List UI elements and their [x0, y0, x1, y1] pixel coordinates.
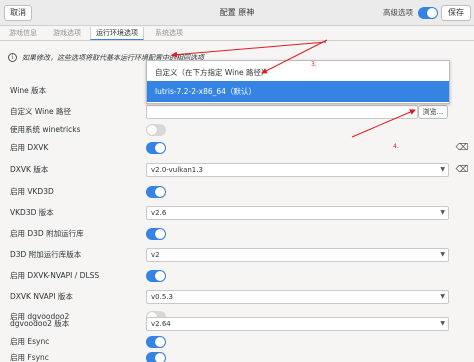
winetricks-label: 使用系统 winetricks: [10, 125, 81, 134]
d3d-extras-enable-label: 启用 D3D 附加运行库: [10, 229, 84, 238]
vkd3d-version-label: VKD3D 版本: [10, 208, 54, 217]
toggle-knob: [155, 337, 165, 347]
chevron-down-icon: ▼: [440, 166, 445, 173]
chevron-down-icon: ▼: [440, 320, 445, 327]
dgvoodoo2-version-select[interactable]: v2.64 ▼: [146, 317, 449, 331]
advanced-options-toggle[interactable]: [418, 7, 438, 19]
d3d-extras-version-label: D3D 附加运行库版本: [10, 250, 82, 259]
chevron-down-icon: ▼: [440, 209, 445, 216]
info-icon: i: [8, 53, 17, 62]
chevron-down-icon: ▼: [440, 293, 445, 300]
vkd3d-enable-label: 启用 VKD3D: [10, 187, 54, 196]
dxvk-version-label: DXVK 版本: [10, 165, 49, 174]
tab-bar: 游戏信息 游戏选项 运行环境选项 系统选项: [0, 27, 474, 41]
fsync-toggle[interactable]: [146, 352, 166, 362]
winetricks-toggle[interactable]: [146, 124, 166, 136]
dxvk-enable-label: 启用 DXVK: [10, 143, 49, 152]
tab-runner-options[interactable]: 运行环境选项: [90, 27, 144, 40]
wine-option-lutris[interactable]: lutris-7.2-2-x86_64（默认）: [147, 81, 449, 102]
toggle-knob: [155, 229, 165, 239]
toggle-knob: [155, 187, 165, 197]
dxvk-nvapi-version-label: DXVK NVAPI 版本: [10, 292, 73, 301]
tab-game-info[interactable]: 游戏信息: [3, 27, 43, 40]
reset-icon[interactable]: ⌫: [455, 144, 469, 153]
save-button[interactable]: 保存: [441, 5, 471, 21]
wine-option-custom[interactable]: 自定义（在下方指定 Wine 路径）: [147, 64, 449, 81]
esync-toggle[interactable]: [146, 336, 166, 348]
dgvoodoo2-version-label: dgvoodoo2 版本: [10, 319, 70, 328]
toggle-knob: [427, 8, 437, 18]
browse-button[interactable]: 浏览...: [418, 105, 448, 119]
select-value: v0.5.3: [151, 293, 173, 301]
tab-system-options[interactable]: 系统选项: [148, 27, 190, 40]
advanced-options-label: 高级选项: [383, 8, 413, 17]
header-bar: 取消 配置 原神 高级选项 保存: [0, 0, 474, 26]
custom-wine-path-label: 自定义 Wine 路径: [10, 107, 71, 116]
dxvk-nvapi-enable-label: 启用 DXVK-NVAPI / DLSS: [10, 271, 100, 280]
d3d-extras-toggle[interactable]: [146, 228, 166, 240]
vkd3d-toggle[interactable]: [146, 186, 166, 198]
wine-version-label: Wine 版本: [10, 86, 47, 95]
esync-enable-label: 启用 Esync: [10, 337, 50, 346]
tab-game-options[interactable]: 游戏选项: [47, 27, 87, 40]
fsync-enable-label: 启用 Fsync: [10, 353, 49, 362]
chevron-down-icon: ▼: [440, 251, 445, 258]
dxvk-nvapi-toggle[interactable]: [146, 270, 166, 282]
select-value: v2.6: [151, 209, 167, 217]
annotation-label: 4.: [393, 143, 399, 150]
toggle-knob: [155, 353, 165, 362]
dxvk-nvapi-version-select[interactable]: v0.5.3 ▼: [146, 290, 449, 304]
reset-icon[interactable]: ⌫: [455, 166, 469, 175]
toggle-knob: [155, 143, 165, 153]
select-value: v2: [151, 251, 160, 259]
dxvk-toggle[interactable]: [146, 142, 166, 154]
select-value: v2.0-vulkan1.3: [151, 166, 203, 174]
custom-wine-path-input[interactable]: [146, 105, 418, 119]
d3d-extras-version-select[interactable]: v2 ▼: [146, 248, 449, 262]
wine-version-dropdown: 自定义（在下方指定 Wine 路径） lutris-7.2-2-x86_64（默…: [146, 60, 450, 104]
annotation-label: 3.: [311, 61, 317, 68]
select-value: v2.64: [151, 320, 171, 328]
toggle-knob: [147, 125, 157, 135]
dxvk-version-select[interactable]: v2.0-vulkan1.3 ▼: [146, 163, 449, 177]
vkd3d-version-select[interactable]: v2.6 ▼: [146, 206, 449, 220]
toggle-knob: [155, 271, 165, 281]
